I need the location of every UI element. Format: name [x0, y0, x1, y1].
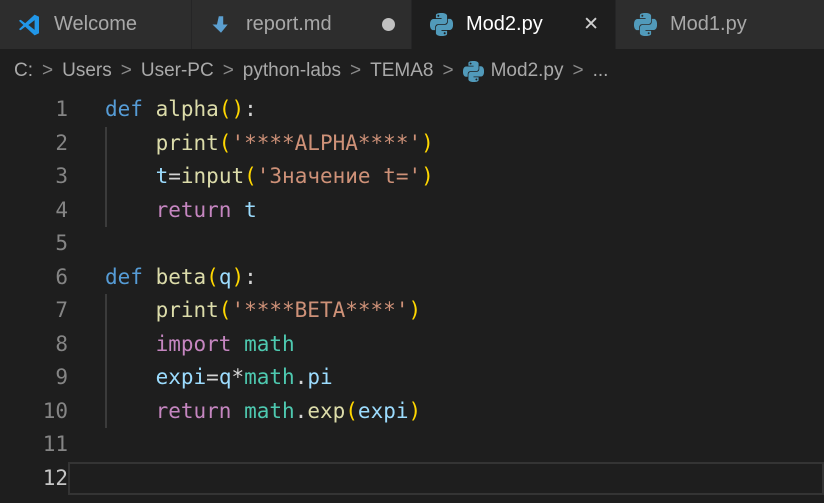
code-content: t=input('Значение t=') [68, 160, 824, 194]
code-content: return math.exp(expi) [68, 395, 824, 429]
tab-report-md[interactable]: report.md [192, 0, 412, 49]
tab-label: Mod2.py [466, 13, 543, 36]
line-number[interactable]: 3 [0, 160, 68, 194]
code-text: t=input('Значение t=') [105, 164, 434, 188]
indent-guide [105, 294, 107, 328]
breadcrumb-item[interactable]: Users [62, 60, 112, 82]
breadcrumb-item-label: Users [62, 60, 112, 82]
breadcrumb-separator-icon: > [572, 60, 583, 82]
vscode-window: Welcome report.md Mod2.py ✕ [0, 0, 824, 495]
code-text: return math.exp(expi) [105, 399, 421, 423]
breadcrumb-item-label: TEMA8 [370, 60, 433, 82]
vscode-logo-icon [16, 12, 42, 38]
code-content: expi=q*math.pi [68, 361, 824, 395]
indent-guide [105, 194, 107, 228]
code-line[interactable]: 6 def beta(q): [0, 261, 824, 295]
tab-label: report.md [246, 13, 332, 36]
line-number[interactable]: 10 [0, 395, 68, 429]
code-content: import math [68, 328, 824, 362]
code-content: print('****BETA****') [68, 294, 824, 328]
code-text: import math [105, 332, 295, 356]
breadcrumb-item[interactable]: C: [14, 60, 33, 82]
code-line[interactable]: 10 return math.exp(expi) [0, 395, 824, 429]
code-editor[interactable]: 1def alpha():2 print('****ALPHA****')3 t… [0, 93, 824, 495]
code-text: return t [105, 198, 257, 222]
code-line[interactable]: 4 return t [0, 194, 824, 228]
code-text: print('****ALPHA****') [105, 131, 434, 155]
breadcrumb-item[interactable]: Mod2.py [463, 60, 564, 82]
line-number[interactable]: 6 [0, 261, 68, 295]
code-content: def alpha(): [68, 93, 824, 127]
tab-mod1-py[interactable]: Mod1.py [616, 0, 824, 49]
breadcrumb-separator-icon: > [121, 60, 132, 82]
code-line[interactable]: 1 def alpha(): [0, 93, 824, 127]
code-content [68, 462, 824, 496]
breadcrumb-item-label: Mod2.py [491, 60, 564, 82]
line-number[interactable]: 8 [0, 328, 68, 362]
breadcrumb-separator-icon: > [350, 60, 361, 82]
code-text: def beta(q): [105, 265, 257, 289]
tab-label: Mod1.py [670, 13, 747, 36]
tab-welcome[interactable]: Welcome [0, 0, 192, 49]
code-line[interactable]: 7 print('****BETA****') [0, 294, 824, 328]
code-line[interactable]: 11 [0, 428, 824, 462]
line-number[interactable]: 12 [0, 462, 68, 496]
code-text: print('****BETA****') [105, 298, 421, 322]
code-content: def beta(q): [68, 261, 824, 295]
close-icon[interactable]: ✕ [583, 15, 599, 34]
breadcrumb-item-label: ... [593, 60, 609, 82]
breadcrumb-item-label: python-labs [243, 60, 341, 82]
breadcrumb-item[interactable]: User-PC [141, 60, 214, 82]
tab-bar: Welcome report.md Mod2.py ✕ [0, 0, 824, 49]
breadcrumb-item-label: C: [14, 60, 33, 82]
line-number[interactable]: 4 [0, 194, 68, 228]
breadcrumb-separator-icon: > [223, 60, 234, 82]
python-icon [428, 12, 454, 38]
code-text: expi=q*math.pi [105, 365, 333, 389]
breadcrumb: C: > Users > User-PC > python-labs > TEMA8 > Mod2… [0, 49, 824, 93]
breadcrumb-item[interactable]: python-labs [243, 60, 341, 82]
breadcrumb-item-label: User-PC [141, 60, 214, 82]
code-line[interactable]: 8 import math [0, 328, 824, 362]
code-content: print('****ALPHA****') [68, 127, 824, 161]
line-number[interactable]: 1 [0, 93, 68, 127]
code-line[interactable]: 2 print('****ALPHA****') [0, 127, 824, 161]
code-line[interactable]: 3 t=input('Значение t=') [0, 160, 824, 194]
indent-guide [105, 361, 107, 395]
python-icon [632, 12, 658, 38]
indent-guide [105, 395, 107, 429]
breadcrumb-separator-icon: > [42, 60, 53, 82]
code-content [68, 227, 824, 261]
breadcrumb-item[interactable]: TEMA8 [370, 60, 433, 82]
tab-label: Welcome [54, 13, 137, 36]
line-number[interactable]: 9 [0, 361, 68, 395]
line-number[interactable]: 7 [0, 294, 68, 328]
code-content: return t [68, 194, 824, 228]
code-line[interactable]: 12 [0, 462, 824, 496]
indent-guide [105, 328, 107, 362]
indent-guide [105, 160, 107, 194]
line-number[interactable]: 11 [0, 428, 68, 462]
code-content [68, 428, 824, 462]
markdown-down-arrow-icon [208, 12, 234, 38]
line-number[interactable]: 5 [0, 227, 68, 261]
line-number[interactable]: 2 [0, 127, 68, 161]
code-line[interactable]: 5 [0, 227, 824, 261]
breadcrumb-item[interactable]: ... [593, 60, 609, 82]
breadcrumb-separator-icon: > [443, 60, 454, 82]
indent-guide [105, 127, 107, 161]
code-text: def alpha(): [105, 97, 257, 121]
python-icon [463, 61, 484, 82]
tab-mod2-py[interactable]: Mod2.py ✕ [412, 0, 616, 49]
code-line[interactable]: 9 expi=q*math.pi [0, 361, 824, 395]
modified-dot[interactable] [382, 18, 395, 31]
